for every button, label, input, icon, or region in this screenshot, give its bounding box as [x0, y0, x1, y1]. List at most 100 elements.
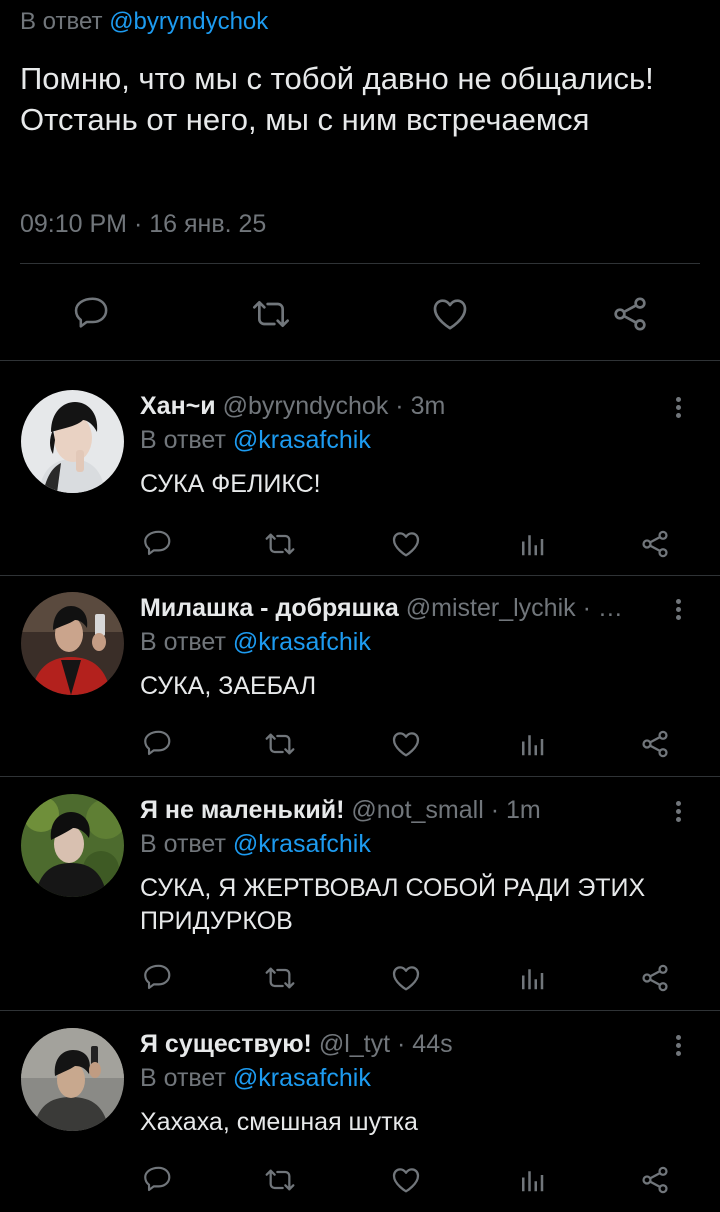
views-icon — [517, 1165, 547, 1195]
retweet-button[interactable] — [260, 726, 300, 762]
user-handle[interactable]: @l_tyt — [319, 1030, 390, 1058]
tweet-text: Помню, что мы с тобой давно не общались!… — [20, 61, 654, 137]
reply-to-handle-link[interactable]: @krasafchik — [233, 426, 371, 454]
tweet-action-bar — [0, 288, 720, 338]
like-icon — [389, 962, 423, 994]
reply-action-bar — [0, 958, 720, 998]
share-button[interactable] — [637, 726, 673, 762]
reply-icon — [142, 1164, 174, 1196]
user-handle[interactable]: @byryndychok — [223, 392, 389, 420]
more-options-button[interactable] — [672, 394, 684, 424]
avatar[interactable] — [21, 592, 124, 695]
divider — [20, 263, 700, 264]
reply-item[interactable]: Я существую! @l_tyt · 44s В ответ @krasa… — [0, 1028, 720, 1212]
reply-header: Я существую! @l_tyt · 44s — [140, 1030, 660, 1059]
share-icon — [639, 1164, 671, 1196]
reply-icon — [72, 294, 112, 334]
retweet-button[interactable] — [260, 526, 300, 562]
avatar[interactable] — [21, 794, 124, 897]
views-button[interactable] — [514, 726, 550, 762]
reply-to-line: В ответ @krasafchik — [140, 426, 371, 455]
views-button[interactable] — [514, 1162, 550, 1198]
like-icon — [429, 294, 471, 334]
like-icon — [389, 728, 423, 760]
reply-icon — [142, 528, 174, 560]
like-button[interactable] — [388, 526, 424, 562]
reply-to-prefix: В ответ — [20, 8, 103, 35]
more-options-button[interactable] — [672, 596, 684, 626]
like-button[interactable] — [388, 960, 424, 996]
reply-text: СУКА, ЗАЕБАЛ — [140, 672, 317, 700]
views-button[interactable] — [514, 960, 550, 996]
reply-to-handle-link[interactable]: @krasafchik — [233, 830, 371, 858]
reply-header: Милашка - добряшка @mister_lychik · … — [140, 594, 660, 623]
avatar[interactable] — [21, 1028, 124, 1131]
share-icon — [639, 962, 671, 994]
separator-dot: · — [490, 796, 500, 824]
like-button[interactable] — [388, 1162, 424, 1198]
user-handle[interactable]: @not_small — [351, 796, 483, 824]
retweet-icon — [249, 294, 293, 334]
reply-time: 1m — [506, 796, 541, 824]
avatar[interactable] — [21, 390, 124, 493]
divider — [0, 360, 720, 361]
reply-to-prefix: В ответ — [140, 628, 226, 656]
separator-dot: · — [582, 594, 591, 622]
reply-to-line: В ответ @krasafchik — [140, 1064, 371, 1093]
like-button[interactable] — [388, 726, 424, 762]
retweet-icon — [262, 528, 298, 560]
reply-icon — [142, 962, 174, 994]
share-button[interactable] — [608, 292, 652, 336]
more-icon — [672, 801, 684, 822]
reply-button[interactable] — [140, 1162, 176, 1198]
separator-dot: · — [395, 392, 404, 420]
reply-to-line: В ответ @krasafchik — [140, 830, 371, 859]
like-icon — [389, 1164, 423, 1196]
display-name[interactable]: Хан~и — [140, 392, 216, 420]
reply-item[interactable]: Я не маленький! @not_small · 1m В ответ … — [0, 794, 720, 1008]
display-name[interactable]: Милашка - добряшка — [140, 594, 399, 622]
reply-button[interactable] — [140, 526, 176, 562]
share-button[interactable] — [637, 960, 673, 996]
retweet-icon — [262, 962, 298, 994]
like-button[interactable] — [428, 292, 472, 336]
reply-to-handle-link[interactable]: @byryndychok — [109, 8, 268, 35]
more-options-button[interactable] — [672, 798, 684, 828]
retweet-icon — [262, 1164, 298, 1196]
reply-to-handle-link[interactable]: @krasafchik — [233, 1064, 371, 1092]
share-button[interactable] — [637, 1162, 673, 1198]
user-handle[interactable]: @mister_lychik — [406, 594, 576, 622]
share-button[interactable] — [637, 526, 673, 562]
share-icon — [639, 528, 671, 560]
reply-to-handle-link[interactable]: @krasafchik — [233, 628, 371, 656]
reply-time: 3m — [410, 392, 446, 420]
reply-button[interactable] — [140, 726, 176, 762]
retweet-button[interactable] — [246, 292, 296, 336]
tweet-timestamp[interactable]: 09:10 PM · 16 янв. 25 — [20, 210, 266, 239]
views-icon — [517, 529, 547, 559]
reply-to-line: В ответ @byryndychok — [20, 8, 268, 36]
retweet-button[interactable] — [260, 960, 300, 996]
reply-text: СУКА ФЕЛИКС! — [140, 470, 321, 498]
more-icon — [672, 599, 684, 620]
retweet-button[interactable] — [260, 1162, 300, 1198]
share-icon — [610, 294, 650, 334]
share-icon — [639, 728, 671, 760]
reply-text: Хахаха, смешная шутка — [140, 1108, 418, 1136]
display-name[interactable]: Я не маленький! — [140, 796, 344, 824]
reply-item[interactable]: Хан~и @byryndychok · 3m В ответ @krasafc… — [0, 390, 720, 574]
divider — [0, 776, 720, 777]
views-button[interactable] — [514, 526, 550, 562]
reply-button[interactable] — [140, 960, 176, 996]
divider — [0, 1010, 720, 1011]
more-icon — [672, 1035, 684, 1056]
more-options-button[interactable] — [672, 1032, 684, 1062]
reply-header: Хан~и @byryndychok · 3m — [140, 392, 660, 421]
reply-to-prefix: В ответ — [140, 1064, 226, 1092]
display-name[interactable]: Я существую! — [140, 1030, 312, 1058]
reply-time: 44s — [412, 1030, 453, 1058]
reply-item[interactable]: Милашка - добряшка @mister_lychik · … В … — [0, 592, 720, 774]
reply-time: … — [597, 594, 623, 622]
reply-action-bar — [0, 524, 720, 564]
reply-button[interactable] — [70, 292, 114, 336]
